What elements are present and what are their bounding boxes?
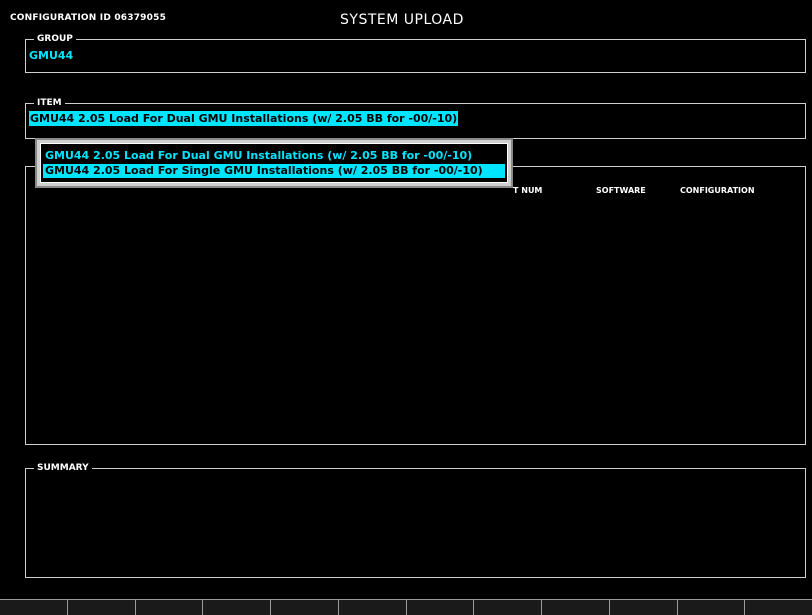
item-label: ITEM (34, 97, 65, 109)
item-panel: ITEM GMU44 2.05 Load For Dual GMU Instal… (25, 97, 806, 139)
column-header-configuration: CONFIGURATION (680, 186, 755, 195)
configuration-id: CONFIGURATION ID 06379055 (10, 13, 167, 23)
softkey-12[interactable] (744, 599, 812, 615)
summary-panel: SUMMARY (25, 462, 806, 578)
item-field[interactable]: GMU44 2.05 Load For Dual GMU Installatio… (29, 111, 459, 126)
softkey-6[interactable] (337, 599, 406, 615)
softkey-2[interactable] (66, 599, 135, 615)
column-header-part-num: T NUM (513, 186, 543, 195)
dropdown-option-dual[interactable]: GMU44 2.05 Load For Dual GMU Installatio… (43, 149, 505, 163)
dropdown-option-single[interactable]: GMU44 2.05 Load For Single GMU Installat… (43, 164, 505, 178)
softkey-11[interactable] (676, 599, 745, 615)
softkey-10[interactable] (608, 599, 677, 615)
softkey-9[interactable] (541, 599, 609, 615)
page-title: SYSTEM UPLOAD (340, 12, 464, 28)
summary-label: SUMMARY (34, 462, 92, 474)
dropdown-list: GMU44 2.05 Load For Dual GMU Installatio… (40, 143, 508, 183)
softkey-bar (0, 599, 812, 615)
group-field[interactable]: GMU44 (29, 49, 73, 62)
item-dropdown-menu: GMU44 2.05 Load For Dual GMU Installatio… (35, 138, 513, 188)
group-panel: GROUP GMU44 (25, 33, 806, 73)
softkey-5[interactable] (270, 599, 338, 615)
column-header-software: SOFTWARE (596, 186, 646, 195)
group-label: GROUP (34, 33, 76, 45)
software-list-panel: T NUM SOFTWARE CONFIGURATION (25, 166, 806, 445)
softkey-7[interactable] (405, 599, 474, 615)
softkey-8[interactable] (473, 599, 541, 615)
softkey-3[interactable] (134, 599, 203, 615)
softkey-4[interactable] (202, 599, 270, 615)
softkey-1[interactable] (0, 599, 67, 615)
